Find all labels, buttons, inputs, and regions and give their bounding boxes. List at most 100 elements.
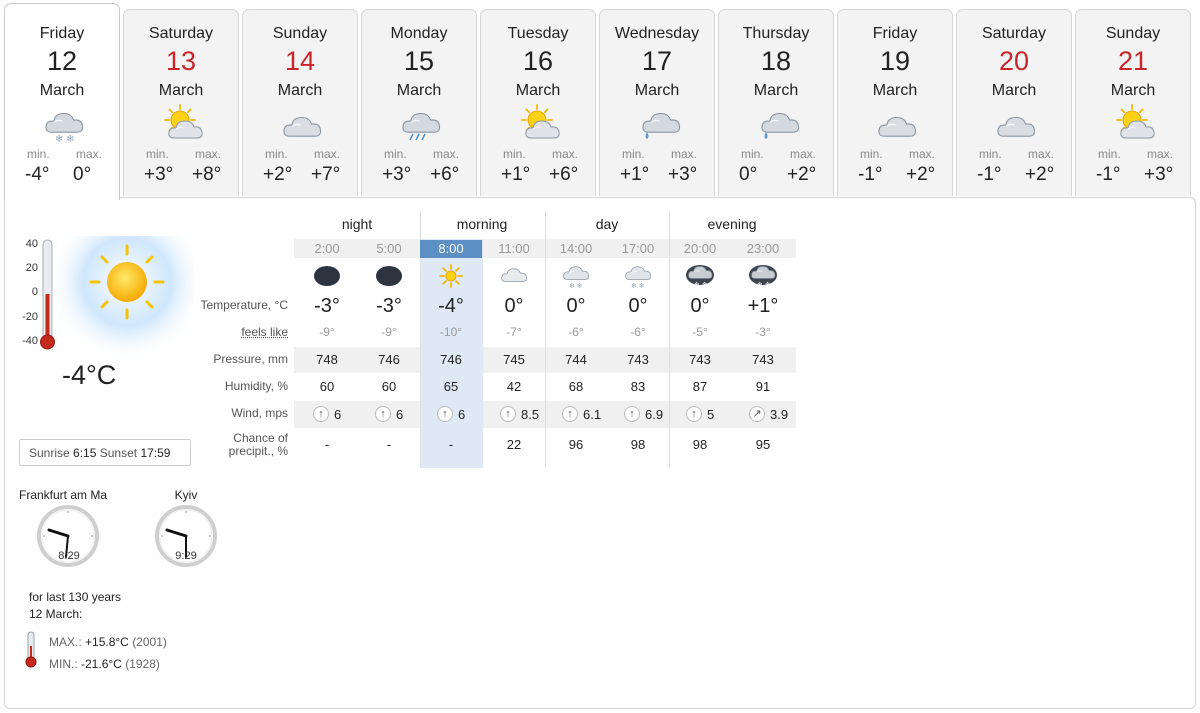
min-label: min. [27,147,50,161]
hour-label[interactable]: 5:00 [358,240,420,258]
day-tab[interactable]: Tuesday 16 March min. max. +1° +6° [480,9,596,196]
day-month: March [396,82,442,99]
max-label: max. [671,147,698,161]
precip-value: 98 [630,437,646,452]
temperature-value: 0° [628,295,648,317]
pressure-value: 744 [565,352,587,367]
scale-label: 20 [25,262,38,274]
temperature-label: Temperature, °C [200,298,289,312]
day-number: 20 [998,46,1030,76]
humidity-value: 87 [692,379,708,394]
history-line: 12 March: [29,607,83,621]
wind-direction-icon: ↑ [437,406,453,422]
sunrise-label: Sunrise [29,446,70,460]
hour-label[interactable]: 20:00 [669,240,731,258]
humidity-value: 65 [443,379,459,394]
day-tab[interactable]: Wednesday 17 March min. max. +1° +3° [599,9,715,196]
max-label: max. [909,147,936,161]
hour-label[interactable]: 14:00 [545,240,607,258]
min-label: min. [146,147,169,161]
wind-cell: ↑ 6 [358,404,420,426]
temperature-value: -4° [438,295,464,317]
svg-text:❄ ❄: ❄ ❄ [55,134,75,145]
history-max-year: (2001) [132,635,167,649]
feels-like-value: -9° [319,325,335,339]
wind-direction-icon: ↑ [500,406,516,422]
temperature-value: -3° [376,295,402,317]
day-number: 12 [46,46,78,76]
day-tab[interactable]: Saturday 20 March min. max. -1° +2° [956,9,1072,196]
wind-speed: 3.9 [770,407,789,422]
pressure-value: 746 [378,352,400,367]
min-label: min. [384,147,407,161]
feels-like-label: feels like [241,325,288,339]
day-month: March [39,82,85,99]
day-tab[interactable]: Friday 19 March min. max. -1° +2° [837,9,953,196]
day-tab[interactable]: Friday 12 March ❄ ❄ min. max. -4° 0° [4,3,120,200]
precip-label-line: precipit., % [228,444,288,458]
max-label: max. [790,147,817,161]
min-temp: -1° [858,164,883,185]
day-tab[interactable]: Thursday 18 March min. max. 0° +2° [718,9,834,196]
day-name: Saturday [148,25,214,42]
max-temp: +2° [787,164,817,185]
cloud-snow-icon: ❄ ❄ [623,263,653,290]
max-temp: +6° [549,164,579,185]
hour-label[interactable]: 8:00 [420,240,482,258]
clock-time: 8:29 [58,550,80,562]
day-tab[interactable]: Monday 15 March min. max. +3° +6° [361,9,477,196]
min-temp: -1° [1096,164,1121,185]
wind-speed: 6.9 [645,407,664,422]
max-temp: +7° [311,164,341,185]
svg-text:❄ ❄: ❄ ❄ [631,282,645,289]
day-number: 16 [522,46,554,76]
sunset-label: Sunset [99,446,138,460]
max-label: max. [314,147,341,161]
wind-speed: 6.1 [583,407,602,422]
day-name: Sunday [1105,25,1161,42]
hour-label[interactable]: 23:00 [732,240,794,258]
sunrise-time: 6:15 [73,446,97,460]
humidity-value: 83 [630,379,646,394]
wind-cell: ↑ 6.1 [545,404,607,426]
wind-direction-icon: ↑ [375,406,391,422]
wind-direction-icon: ↑ [624,406,640,422]
history-min-value: -21.6°C [81,657,122,671]
min-temp: +3° [382,164,412,185]
day-name: Thursday [742,25,810,42]
cloud-snow-icon: ❄ ❄ [41,102,87,146]
hour-label[interactable]: 2:00 [296,240,358,258]
day-tab[interactable]: Saturday 13 March min. max. +3° +8° [123,9,239,196]
period-night: night [341,216,373,232]
day-month: March [991,82,1037,99]
clock-kyiv: Kyiv 9:29 [154,488,218,568]
wind-cell: ↑ 6.9 [607,404,669,426]
day-tab[interactable]: Sunday 14 March min. max. +2° +7° [242,9,358,196]
scale-label: -40 [22,335,38,347]
wind-speed: 6 [334,407,342,422]
min-temp: -4° [25,164,50,185]
history-max-label: MAX.: [49,635,82,649]
day-tab[interactable]: Sunday 21 March min. max. -1° +3° [1075,9,1191,196]
min-label: min. [265,147,288,161]
moon-cloud-icon [312,263,342,289]
cloud-icon [874,102,920,146]
precip-value: - [386,437,392,452]
clock-time: 9:29 [175,550,197,562]
day-number: 15 [403,46,435,76]
min-label: min. [741,147,764,161]
svg-text:❄ ❄: ❄ ❄ [569,282,583,289]
wind-direction-icon: ↑ [562,406,578,422]
wind-direction-icon: ↑ [313,406,329,422]
day-number: 13 [165,46,197,76]
hour-label[interactable]: 17:00 [607,240,669,258]
clock-frankfurt: Frankfurt am Ma 8:29 [19,488,119,568]
cloud-storm-icon: ❄ ❄ [685,263,715,289]
hour-label[interactable]: 11:00 [483,240,545,258]
humidity-value: 91 [755,379,771,394]
wind-direction-icon: ↗ [749,406,765,422]
day-name: Friday [872,25,918,42]
cloud-rain-icon [398,102,444,146]
max-label: max. [433,147,460,161]
precip-value: 22 [506,437,522,452]
